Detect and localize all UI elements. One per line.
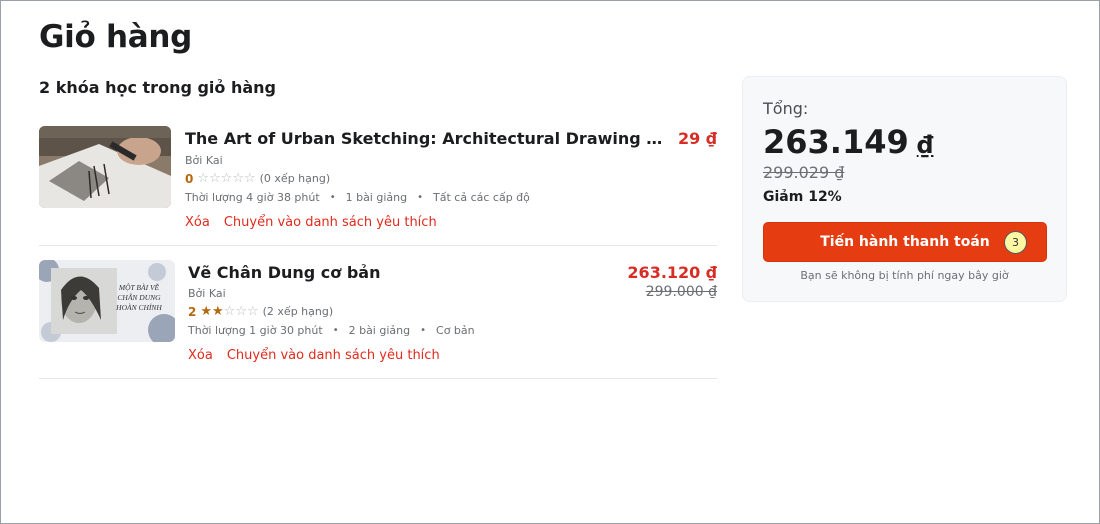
page-title: Giỏ hàng [39,19,193,55]
svg-text:MỘT BÀI VẼ: MỘT BÀI VẼ [118,282,160,292]
bullet-icon: • [420,325,427,336]
total-value: 263.149 [763,123,909,161]
course-author: Bởi Kai [185,154,223,167]
order-summary: Tổng: 263.149 ₫ 299.029 ₫ Giảm 12% Tiến h… [742,76,1067,302]
rating-count: (0 xếp hạng) [259,172,331,185]
star-rating-icon: ★★☆☆☆ [200,304,259,319]
course-rating: 0 ☆☆☆☆☆ (0 xếp hạng) [185,171,330,186]
original-total: 299.029 ₫ [763,163,845,182]
move-to-wishlist-button[interactable]: Chuyển vào danh sách yêu thích [224,215,437,230]
course-duration: Thời lượng 1 giờ 30 phút [188,324,323,337]
checkout-button[interactable]: Tiến hành thanh toán 3 [763,222,1047,262]
course-thumbnail[interactable]: MỘT BÀI VẼ CHÂN DUNG HOÀN CHỈNH [39,260,175,342]
svg-text:CHÂN DUNG: CHÂN DUNG [117,292,161,302]
rating-count: (2 xếp hạng) [262,305,334,318]
star-rating-icon: ☆☆☆☆☆ [197,171,256,186]
move-to-wishlist-button[interactable]: Chuyển vào danh sách yêu thích [227,348,440,363]
course-list: The Art of Urban Sketching: Architectura… [39,111,717,379]
total-label: Tổng: [763,99,809,118]
charge-note: Bạn sẽ không bị tính phí ngay bây giờ [800,269,1009,282]
step-badge: 3 [1004,231,1027,254]
bullet-icon: • [329,192,336,203]
course-thumbnail[interactable] [39,126,171,208]
svg-text:HOÀN CHỈNH: HOÀN CHỈNH [115,302,162,312]
remove-button[interactable]: Xóa [188,348,213,363]
course-old-price: 299.000 ₫ [645,284,717,300]
total-amount: 263.149 ₫ [763,123,933,161]
course-price: 29 ₫ [678,129,717,148]
course-title[interactable]: The Art of Urban Sketching: Architectura… [185,129,663,148]
course-lectures: 1 bài giảng [345,191,408,204]
course-actions: Xóa Chuyển vào danh sách yêu thích [185,215,437,230]
course-level: Cơ bản [436,324,475,337]
bullet-icon: • [417,192,424,203]
course-rating: 2 ★★☆☆☆ (2 xếp hạng) [188,304,333,319]
course-title[interactable]: Vẽ Chân Dung cơ bản [188,263,380,282]
course-row: The Art of Urban Sketching: Architectura… [39,111,717,246]
remove-button[interactable]: Xóa [185,215,210,230]
course-meta: Thời lượng 4 giờ 38 phút • 1 bài giảng •… [185,191,530,204]
discount-label: Giảm 12% [763,189,842,205]
rating-value: 2 [188,304,197,319]
rating-value: 0 [185,171,194,186]
currency-symbol: ₫ [916,131,934,159]
checkout-label: Tiến hành thanh toán [820,234,990,250]
course-level: Tất cả các cấp độ [433,191,530,204]
course-lectures: 2 bài giảng [348,324,411,337]
cart-count: 2 khóa học trong giỏ hàng [39,78,277,97]
course-meta: Thời lượng 1 giờ 30 phút • 2 bài giảng •… [188,324,475,337]
course-actions: Xóa Chuyển vào danh sách yêu thích [188,348,440,363]
course-price: 263.120 ₫ [627,263,717,282]
course-author: Bởi Kai [188,287,226,300]
course-row: MỘT BÀI VẼ CHÂN DUNG HOÀN CHỈNH Vẽ Chân … [39,246,717,379]
bullet-icon: • [332,325,339,336]
course-duration: Thời lượng 4 giờ 38 phút [185,191,320,204]
